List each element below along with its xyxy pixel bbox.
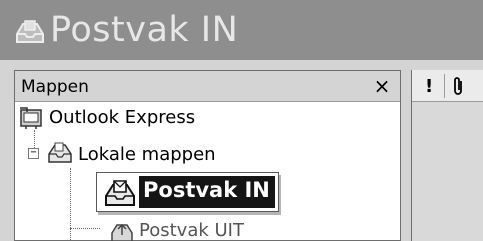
tree-item-inbox-selected[interactable]: Postvak IN xyxy=(96,172,279,212)
close-folder-pane-button[interactable]: × xyxy=(370,73,394,99)
outbox-icon xyxy=(111,223,133,241)
folder-pane-title: Mappen xyxy=(21,77,89,97)
outlook-express-icon xyxy=(20,107,42,129)
message-list-pane: ! xyxy=(411,70,483,241)
tree-item-label: Postvak IN xyxy=(143,178,270,202)
column-header-priority[interactable]: ! xyxy=(425,76,433,97)
outlook-express-window: Postvak IN Mappen × Outlook Express − Lo… xyxy=(0,0,483,241)
paperclip-icon[interactable] xyxy=(452,76,466,96)
tree-connector xyxy=(70,228,100,229)
tree-item-label: Lokale mappen xyxy=(78,144,216,165)
tree-item-outbox[interactable]: Postvak UIT xyxy=(109,218,309,241)
tree-item-label: Postvak UIT xyxy=(139,220,244,241)
tree-item-local-folders[interactable]: Lokale mappen xyxy=(45,140,285,168)
tree-connector xyxy=(70,168,71,241)
message-list-header: ! xyxy=(412,70,483,102)
inbox-tray-icon xyxy=(16,20,44,43)
local-folders-icon xyxy=(48,142,72,163)
folder-pane-header: Mappen × xyxy=(15,71,400,102)
column-divider[interactable] xyxy=(444,74,445,98)
tree-item-outlook-express[interactable]: Outlook Express xyxy=(19,105,259,133)
title-bar: Postvak IN xyxy=(0,0,483,60)
inbox-icon xyxy=(105,180,135,206)
tree-item-label: Outlook Express xyxy=(49,107,196,128)
window-title: Postvak IN xyxy=(50,10,239,50)
collapse-toggle[interactable]: − xyxy=(28,148,39,159)
folder-pane: Mappen × Outlook Express − Lokale mappen… xyxy=(14,70,401,241)
